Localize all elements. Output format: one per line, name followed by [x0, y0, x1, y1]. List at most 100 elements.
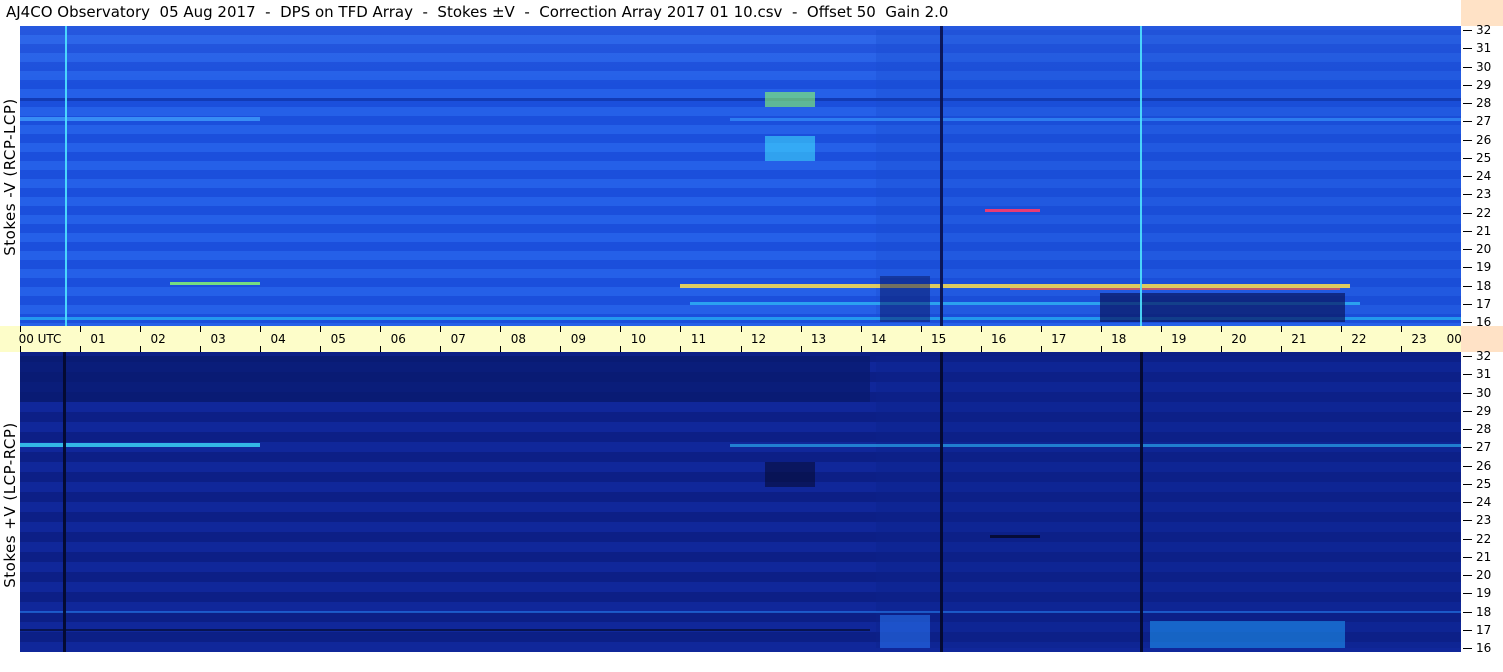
- x-tick-mark: [380, 346, 382, 352]
- x-tick-mark: [20, 346, 21, 352]
- y-tick-mark: [1463, 520, 1472, 522]
- y-tick-label: 28: [1476, 96, 1492, 110]
- x-tick-label: 11: [690, 332, 707, 346]
- y-tick-label: 32: [1476, 349, 1492, 363]
- y-tick-label: 21: [1476, 549, 1492, 564]
- x-tick-label: 01: [90, 332, 106, 346]
- x-tick-mark: [1100, 346, 1102, 352]
- x-tick-label: 06: [390, 332, 406, 346]
- y-tick-label: 19: [1476, 260, 1492, 275]
- x-tick-mark: [80, 346, 82, 352]
- x-tick-mark: [140, 326, 142, 332]
- y-tick-mark: [1463, 447, 1472, 449]
- noise-region: [876, 30, 1461, 322]
- x-tick-mark: [380, 326, 382, 332]
- y-tick-mark: [1463, 84, 1472, 86]
- y-tick-label: 32: [1476, 23, 1492, 37]
- x-tick-label: 09: [570, 332, 587, 346]
- y-tick-mark: [1463, 556, 1472, 558]
- dark-band: [990, 535, 1040, 539]
- x-tick-mark: [920, 346, 922, 352]
- x-tick-mark: [260, 346, 262, 352]
- x-tick-mark: [1280, 326, 1282, 332]
- x-tick-label: 22: [1351, 332, 1367, 346]
- x-tick-label: 04: [270, 332, 286, 346]
- x-tick-label: 07: [450, 332, 466, 346]
- y-tick-mark: [1463, 303, 1472, 305]
- x-tick-mark: [200, 326, 202, 332]
- x-tick-mark: [320, 326, 322, 332]
- y-tick-mark: [1463, 611, 1472, 613]
- y-tick-mark: [1463, 322, 1472, 323]
- x-tick-mark: [860, 346, 862, 352]
- x-tick-mark: [980, 326, 982, 332]
- y-tick-label: 22: [1476, 205, 1492, 220]
- y-tick-label: 24: [1476, 495, 1492, 509]
- x-tick-mark: [860, 326, 862, 332]
- vertical-dropout-line: [1140, 352, 1143, 652]
- spectrogram-figure: AJ4CO Observatory 05 Aug 2017 - DPS on T…: [0, 0, 1503, 672]
- x-tick-label: 15: [930, 332, 947, 346]
- x-tick-mark: [1160, 326, 1162, 332]
- y-tick-mark: [1463, 285, 1472, 287]
- y-tick-mark: [1463, 230, 1472, 232]
- y-tick-label: 28: [1476, 422, 1492, 436]
- x-tick-mark: [440, 326, 442, 332]
- y-tick-label: 17: [1476, 622, 1492, 637]
- rfi-band: [1010, 288, 1340, 291]
- y-tick-mark: [1463, 267, 1472, 269]
- x-tick-label: 23: [1411, 332, 1427, 346]
- x-tick-label: 02: [150, 332, 166, 346]
- y-tick-label: 20: [1476, 242, 1492, 256]
- x-tick-label: 12: [750, 332, 767, 346]
- y-tick-mark: [1463, 502, 1472, 503]
- y-tick-mark: [1463, 212, 1472, 214]
- x-tick-mark: [1280, 346, 1282, 352]
- x-tick-label: 18: [1111, 332, 1127, 346]
- x-tick-mark: [1160, 346, 1162, 352]
- x-tick-label: 00 UTC: [18, 332, 62, 346]
- y-tick-mark: [1463, 648, 1472, 649]
- x-tick-mark: [980, 346, 982, 352]
- y-tick-mark: [1463, 157, 1472, 159]
- chart-title: AJ4CO Observatory 05 Aug 2017 - DPS on T…: [6, 3, 949, 21]
- bright-region: [1150, 620, 1345, 648]
- x-tick-label: 03: [210, 332, 226, 346]
- x-tick-label: 05: [330, 332, 346, 346]
- x-tick-label: 14: [870, 332, 887, 346]
- x-tick-label: 21: [1291, 332, 1307, 346]
- y-tick-label: 31: [1476, 367, 1492, 382]
- vertical-dropout-line: [940, 26, 943, 326]
- y-tick-mark: [1463, 48, 1472, 50]
- x-tick-mark: [800, 326, 802, 332]
- solar-burst: [765, 92, 815, 107]
- rfi-band: [170, 282, 260, 286]
- y-tick-mark: [1463, 392, 1472, 394]
- top-panel-ylabel: Stokes -V (RCP-LCP): [1, 98, 19, 256]
- x-tick-mark: [560, 346, 562, 352]
- dark-region: [880, 276, 930, 322]
- x-tick-mark: [1220, 346, 1222, 352]
- x-tick-mark: [620, 346, 622, 352]
- dark-band: [20, 97, 1461, 101]
- top-frequency-axis: 32 31 30 29 28 27 26 25 24 23 22 21 20 19 18 17 16: [1461, 23, 1503, 329]
- bottom-panel-ylabel: Stokes +V (LCP-RCP): [1, 422, 19, 588]
- y-tick-label: 16: [1476, 641, 1492, 655]
- x-tick-mark: [1220, 326, 1222, 332]
- y-tick-mark: [1463, 66, 1472, 68]
- x-tick-mark: [560, 326, 562, 332]
- y-tick-label: 18: [1476, 278, 1492, 293]
- y-tick-mark: [1463, 429, 1472, 430]
- x-tick-label: 16: [991, 332, 1007, 346]
- y-tick-label: 25: [1476, 150, 1492, 165]
- y-tick-mark: [1463, 483, 1472, 485]
- y-tick-label: 26: [1476, 458, 1492, 473]
- y-tick-label: 26: [1476, 132, 1492, 147]
- y-tick-mark: [1463, 410, 1472, 412]
- dark-region: [20, 356, 870, 402]
- y-tick-label: 29: [1476, 77, 1492, 92]
- y-tick-mark: [1463, 575, 1472, 576]
- x-tick-mark: [80, 326, 82, 332]
- dark-burst: [765, 461, 815, 488]
- rfi-band: [20, 443, 260, 448]
